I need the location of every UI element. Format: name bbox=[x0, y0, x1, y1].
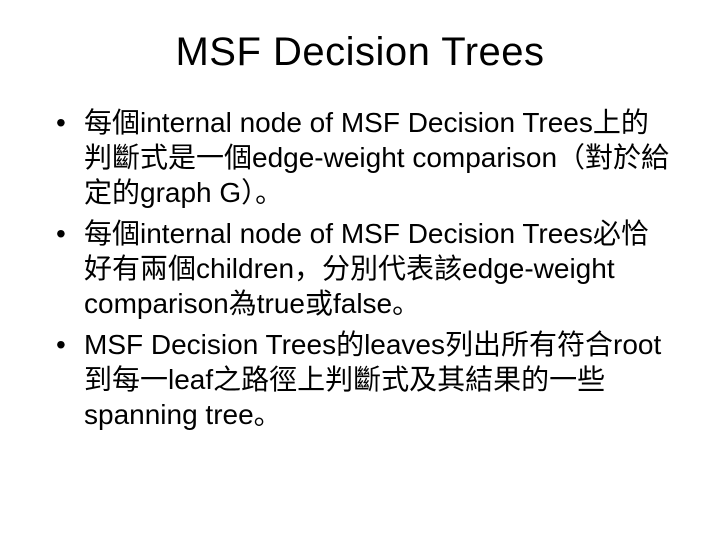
slide: MSF Decision Trees 每個internal node of MS… bbox=[0, 0, 720, 540]
bullet-list: 每個internal node of MSF Decision Trees上的判… bbox=[40, 105, 680, 432]
list-item: 每個internal node of MSF Decision Trees必恰好… bbox=[50, 216, 670, 321]
list-item: MSF Decision Trees的leaves列出所有符合root到每一le… bbox=[50, 327, 670, 432]
slide-title: MSF Decision Trees bbox=[40, 30, 680, 75]
list-item: 每個internal node of MSF Decision Trees上的判… bbox=[50, 105, 670, 210]
